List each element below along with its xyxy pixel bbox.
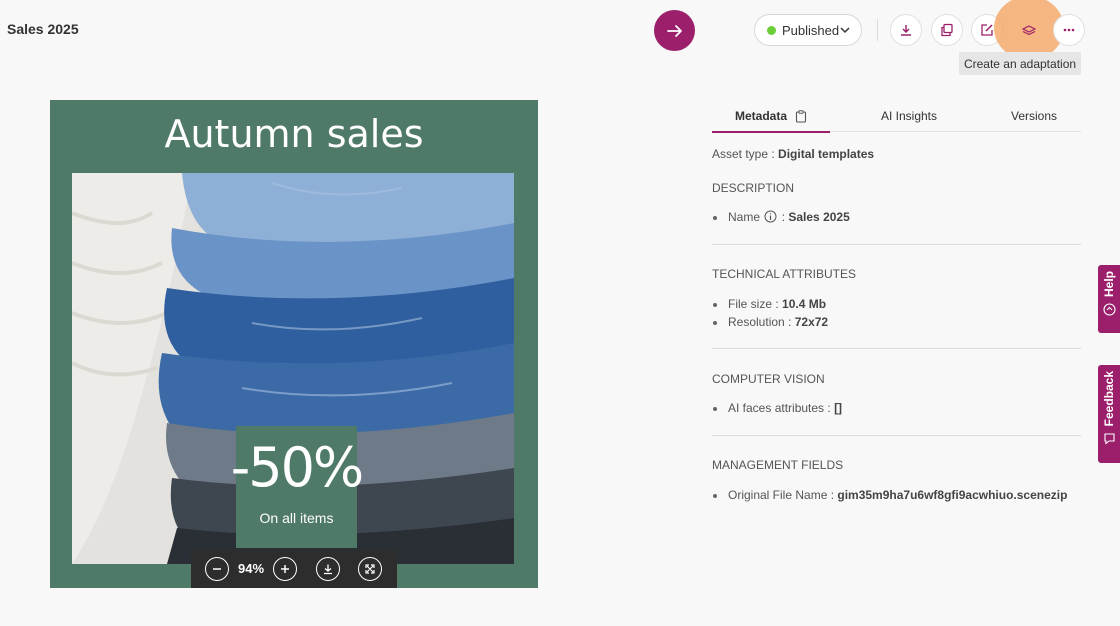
faces-label: AI faces attributes : [728, 401, 831, 415]
toolbar-divider [877, 19, 878, 41]
tab-ai-insights[interactable]: AI Insights [852, 101, 966, 131]
feedback-label: Feedback [1102, 371, 1116, 427]
copy-icon [941, 23, 953, 37]
resolution-value: 72x72 [794, 315, 829, 329]
preview-title: Autumn sales [164, 112, 424, 156]
fullscreen-button[interactable] [358, 557, 382, 581]
faces-row: AI faces attributes : [] [712, 401, 843, 415]
detail-tabs: Metadata AI Insights Versions [712, 101, 1081, 133]
help-label: Help [1102, 271, 1116, 298]
management-heading: MANAGEMENT FIELDS [712, 458, 844, 472]
resolution-row: Resolution : 72x72 [712, 315, 829, 329]
file-size-value: 10.4 Mb [782, 297, 827, 311]
description-heading: DESCRIPTION [712, 181, 795, 195]
expand-icon [365, 564, 375, 574]
name-row: Name : Sales 2025 [713, 210, 850, 224]
section-divider [712, 348, 1081, 349]
tab-label: Versions [1010, 109, 1058, 123]
tooltip: Create an adaptation [959, 52, 1081, 75]
download-button[interactable] [890, 14, 922, 46]
tab-label: AI Insights [880, 109, 938, 123]
tab-metadata[interactable]: Metadata [712, 101, 830, 133]
file-size-row: File size : 10.4 Mb [712, 297, 827, 311]
tab-versions[interactable]: Versions [980, 101, 1088, 131]
zoom-level: 94% [238, 561, 265, 576]
zoom-toolbar [191, 550, 397, 588]
section-divider [712, 244, 1081, 245]
feedback-tab[interactable]: Feedback [1098, 365, 1120, 463]
minus-icon [213, 568, 221, 570]
file-size-label: File size : [728, 297, 779, 311]
asset-type-value: Digital templates [778, 147, 875, 161]
name-label: Name [728, 210, 761, 224]
zoom-in-button[interactable] [273, 557, 297, 581]
clipboard-icon [795, 109, 807, 123]
arrow-right-icon [666, 24, 682, 37]
next-button[interactable] [654, 10, 695, 51]
promo-discount: -50% [230, 436, 365, 499]
layers-icon [1022, 25, 1036, 36]
asset-type-label: Asset type : [712, 147, 775, 161]
status-dot [767, 25, 776, 35]
section-divider [712, 435, 1081, 436]
chevron-down-icon [840, 27, 850, 34]
help-tab[interactable]: Help [1098, 265, 1120, 333]
vision-heading: COMPUTER VISION [712, 372, 825, 386]
edit-icon [981, 24, 993, 36]
original-file-value: gim35m9ha7u6wf8gfi9acwhiuo.scenezip [837, 488, 1068, 502]
create-adaptation-button[interactable] [1013, 14, 1045, 46]
faces-value: [] [834, 401, 843, 415]
help-icon [1102, 303, 1116, 316]
zoom-out-button[interactable] [205, 557, 229, 581]
page-title: Sales 2025 [7, 21, 79, 37]
plus-icon [281, 565, 289, 573]
duplicate-button[interactable] [931, 14, 963, 46]
technical-heading: TECHNICAL ATTRIBUTES [712, 267, 857, 281]
tab-label: Metadata [734, 109, 787, 123]
asset-preview: Autumn sales -50% On all items [50, 100, 538, 588]
download-icon [324, 564, 332, 575]
asset-type-row: Asset type : Digital templates [712, 147, 874, 161]
resolution-label: Resolution : [728, 315, 792, 329]
status-dropdown[interactable]: Published [754, 14, 862, 46]
promo-subtitle: On all items [259, 510, 334, 526]
name-value: Sales 2025 [788, 210, 850, 224]
chat-icon [1103, 433, 1115, 446]
more-options-button[interactable] [1053, 14, 1085, 46]
preview-download-button[interactable] [316, 557, 340, 581]
edit-button[interactable] [971, 14, 1003, 46]
promo-box: -50% On all items [231, 426, 364, 548]
original-file-label: Original File Name : [728, 488, 835, 502]
status-label: Published [782, 22, 840, 38]
more-icon [1063, 28, 1075, 32]
info-icon[interactable] [764, 210, 777, 223]
original-file-row: Original File Name : gim35m9ha7u6wf8gfi9… [712, 488, 1068, 502]
download-icon [901, 25, 911, 36]
